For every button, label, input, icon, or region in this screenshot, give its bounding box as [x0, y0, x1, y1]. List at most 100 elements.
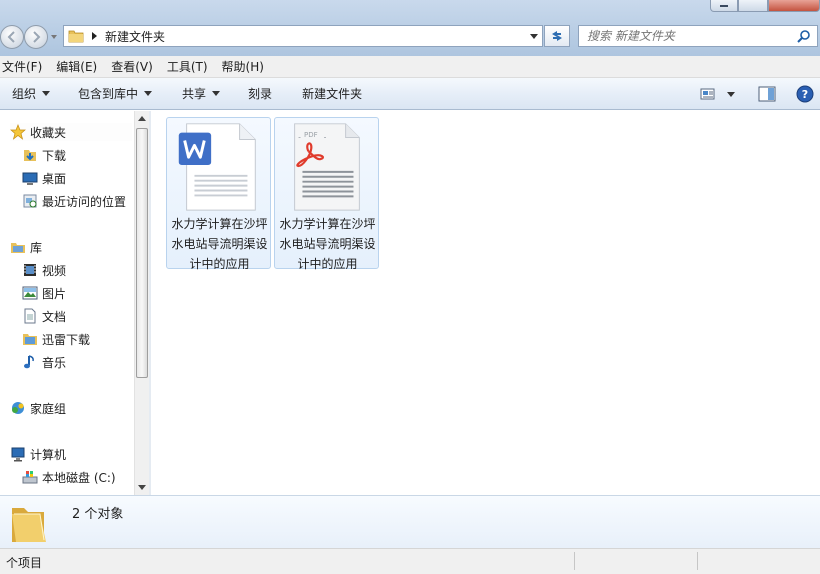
- sidebar-item-label: 桌面: [42, 171, 67, 186]
- sidebar-item-label: 收藏夹: [30, 125, 67, 140]
- sidebar-item-label: 本地磁盘 (C:): [42, 470, 116, 485]
- status-text: 个项目: [6, 556, 43, 570]
- pdf-badge: PDF: [304, 131, 318, 139]
- sidebar-item-label: 视频: [42, 263, 67, 278]
- video-library-icon: [24, 264, 36, 276]
- menu-view[interactable]: 查看(V): [109, 58, 161, 75]
- organize-button[interactable]: 组织: [0, 78, 62, 109]
- arrow-left-icon: [7, 31, 15, 43]
- forward-button[interactable]: [24, 25, 48, 49]
- status-bar: 个项目: [0, 548, 820, 574]
- chevron-down-icon: [144, 91, 153, 96]
- thunder-folder-icon: [23, 334, 37, 345]
- arrow-right-icon: [33, 31, 41, 43]
- sidebar-item-favorites[interactable]: 收藏夹: [10, 123, 132, 141]
- breadcrumb-separator-icon[interactable]: [92, 32, 97, 40]
- sidebar-item-desktop[interactable]: 桌面: [22, 169, 66, 187]
- sidebar-scrollbar[interactable]: [134, 111, 149, 495]
- sidebar-item-label: 计算机: [30, 447, 67, 462]
- navigation-pane: 收藏夹 下载 桌面 最近访问的位置 库 视频 图片 文档 迅雷下载 音乐 家庭组: [0, 111, 134, 495]
- burn-label: 刻录: [248, 87, 273, 101]
- star-icon: [10, 124, 26, 140]
- sidebar-item-label: 图片: [42, 286, 67, 301]
- share-label: 共享: [182, 87, 207, 101]
- address-dropdown-icon[interactable]: [530, 34, 538, 39]
- refresh-button[interactable]: [544, 25, 570, 47]
- status-separator: [697, 552, 698, 570]
- sidebar-item-videos[interactable]: 视频: [22, 261, 66, 279]
- sidebar-item-thunder-downloads[interactable]: 迅雷下载: [22, 330, 90, 348]
- sidebar-item-local-disk-c[interactable]: 本地磁盘 (C:): [22, 468, 116, 486]
- pictures-library-icon: [22, 286, 38, 300]
- new-folder-button[interactable]: 新建文件夹: [284, 78, 374, 109]
- search-input[interactable]: [579, 26, 789, 46]
- maximize-button[interactable]: [738, 0, 768, 12]
- window-titlebar: 新建文件夹: [0, 0, 820, 56]
- sidebar-item-libraries[interactable]: 库: [10, 238, 42, 256]
- breadcrumb-current-folder[interactable]: 新建文件夹: [105, 28, 165, 45]
- view-controls: ?: [700, 78, 814, 110]
- sidebar-item-label: 最近访问的位置: [42, 194, 127, 209]
- sidebar-item-documents[interactable]: 文档: [22, 307, 66, 325]
- folder-icon: [68, 30, 84, 43]
- folder-icon: [12, 508, 46, 542]
- scrollbar-thumb[interactable]: [136, 128, 148, 378]
- search-box[interactable]: [578, 25, 818, 47]
- refresh-icon: [552, 31, 562, 41]
- window-controls: [710, 0, 820, 12]
- details-pane: 2 个对象: [0, 495, 820, 548]
- item-count: 2 个对象: [72, 507, 124, 522]
- scroll-down-icon[interactable]: [138, 485, 146, 490]
- back-button[interactable]: [0, 25, 24, 49]
- address-bar[interactable]: 新建文件夹: [63, 25, 543, 47]
- menu-edit[interactable]: 编辑(E): [54, 58, 105, 75]
- sidebar-item-pictures[interactable]: 图片: [22, 284, 66, 302]
- sidebar-item-label: 家庭组: [30, 401, 67, 416]
- svg-text:?: ?: [802, 88, 808, 101]
- recent-pages-dropdown-icon[interactable]: [50, 33, 58, 41]
- command-bar: 组织 包含到库中 共享 刻录 新建文件夹 ?: [0, 78, 820, 110]
- menu-bar: 文件(F) 编辑(E) 查看(V) 工具(T) 帮助(H): [0, 56, 820, 78]
- include-in-library-button[interactable]: 包含到库中: [62, 78, 164, 109]
- menu-help[interactable]: 帮助(H): [220, 58, 272, 75]
- chevron-down-icon: [212, 91, 221, 96]
- status-separator: [574, 552, 575, 570]
- sidebar-item-label: 迅雷下载: [42, 332, 91, 347]
- organize-label: 组织: [12, 87, 37, 101]
- file-item-pdf-document[interactable]: PDF 水力学计算在沙坪水电站导流明渠设计中的应用: [274, 117, 379, 271]
- pdf-doc-icon: [294, 123, 360, 211]
- sidebar-item-downloads[interactable]: 下载: [22, 146, 66, 164]
- scroll-up-icon[interactable]: [138, 116, 146, 121]
- preview-pane-icon[interactable]: [758, 86, 776, 102]
- sidebar-item-recent-places[interactable]: 最近访问的位置: [22, 192, 126, 210]
- view-dropdown-icon[interactable]: [726, 90, 736, 98]
- recent-places-icon: [23, 194, 37, 208]
- libraries-icon: [11, 243, 25, 253]
- sidebar-item-label: 库: [30, 240, 43, 255]
- documents-library-icon: [24, 308, 36, 324]
- file-list-area[interactable]: 水力学计算在沙坪水电站导流明渠设计中的应用 PDF 水力学计算在沙坪水电站导流明…: [151, 111, 820, 495]
- minimize-button[interactable]: [710, 0, 738, 12]
- chevron-down-icon: [42, 91, 51, 96]
- hard-drive-icon: [22, 471, 38, 484]
- menu-file[interactable]: 文件(F): [0, 58, 50, 75]
- share-button[interactable]: 共享: [164, 78, 232, 109]
- sidebar-item-label: 文档: [42, 309, 67, 324]
- computer-icon: [11, 447, 25, 462]
- new-folder-label: 新建文件夹: [302, 87, 363, 101]
- downloads-folder-icon: [24, 150, 36, 161]
- menu-tools[interactable]: 工具(T): [165, 58, 216, 75]
- file-name: 水力学计算在沙坪水电站导流明渠设计中的应用: [171, 217, 268, 271]
- close-button[interactable]: [768, 0, 820, 12]
- desktop-icon: [22, 172, 38, 185]
- help-icon[interactable]: ?: [796, 85, 814, 103]
- sidebar-item-music[interactable]: 音乐: [22, 353, 66, 371]
- view-options-icon[interactable]: [700, 87, 716, 101]
- sidebar-item-computer[interactable]: 计算机: [10, 445, 66, 463]
- sidebar-item-homegroup[interactable]: 家庭组: [10, 399, 66, 417]
- homegroup-icon: [12, 402, 24, 414]
- music-library-icon: [24, 355, 34, 369]
- search-icon[interactable]: [797, 29, 811, 43]
- file-item-wps-document[interactable]: 水力学计算在沙坪水电站导流明渠设计中的应用: [166, 117, 271, 271]
- burn-button[interactable]: 刻录: [232, 78, 284, 109]
